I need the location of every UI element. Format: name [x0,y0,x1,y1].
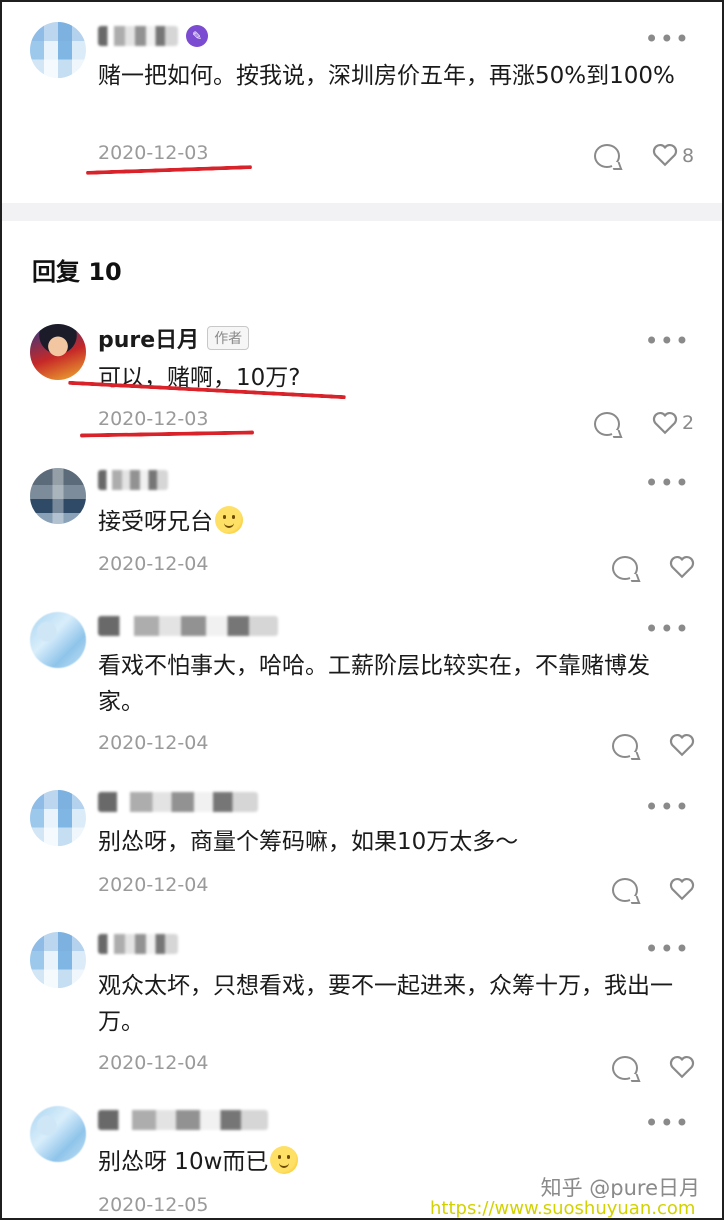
username-row: ✎ [98,22,208,50]
heart-icon[interactable] [669,1055,695,1079]
reply-date: 2020-12-04 [98,874,209,896]
comment-icon[interactable] [612,556,638,580]
comment-icon[interactable] [612,878,638,902]
reply-text: 别怂呀，商量个筹码嘛，如果10万太多～ [98,829,519,855]
reply-date: 2020-12-04 [98,732,209,754]
username-redacted[interactable] [98,26,178,46]
heart-icon[interactable] [652,143,678,167]
comment-text: 赌一把如何。按我说，深圳房价五年，再涨50%到100% [98,63,675,89]
reply-item: ••• 观众太坏，只想看戏，要不一起进来，众筹十万，我出一万。 2020-12-… [2,928,722,1098]
more-icon[interactable]: ••• [645,27,690,51]
comment-icon[interactable] [594,412,620,436]
purple-badge-icon: ✎ [186,25,208,47]
reply-text-content: 别怂呀 10w而已 [98,1149,269,1175]
author-tag: 作者 [207,326,250,350]
reply-date: 2020-12-04 [98,553,209,575]
avatar[interactable] [30,612,86,668]
comment-icon[interactable] [594,144,620,168]
heart-icon[interactable] [669,877,695,901]
reply-date: 2020-12-04 [98,1052,209,1074]
reply-text: 接受呀兄台 [98,504,692,540]
username-row [98,788,258,816]
reply-date: 2020-12-03 [98,408,209,430]
highlight-underline [85,165,253,175]
more-icon[interactable]: ••• [645,329,690,353]
section-divider [2,203,722,221]
username-row [98,612,278,640]
more-icon[interactable]: ••• [645,937,690,961]
reply-text: 看戏不怕事大，哈哈。工薪阶层比较实在，不靠赌博发家。 [98,653,650,715]
replies-heading: 回复 10 [32,258,122,286]
username-row [98,466,168,494]
username-redacted[interactable] [98,792,258,812]
reply-text-content: 接受呀兄台 [98,509,213,535]
more-icon[interactable]: ••• [645,471,690,495]
username-redacted[interactable] [98,470,168,490]
more-icon[interactable]: ••• [645,795,690,819]
watermark-url: https://www.suoshuyuan.com [430,1198,718,1218]
comment-icon[interactable] [612,1056,638,1080]
username[interactable]: pure日月 [98,322,199,354]
comment-thread: ✎ ••• 赌一把如何。按我说，深圳房价五年，再涨50%到100% 2020-1… [0,0,724,1220]
avatar[interactable] [30,468,86,524]
like-count: 8 [682,145,695,167]
heart-icon[interactable] [669,733,695,757]
reply-text: 观众太坏，只想看戏，要不一起进来，众筹十万，我出一万。 [98,973,673,1035]
more-icon[interactable]: ••• [645,1111,690,1135]
username-row [98,1106,268,1134]
reply-item: ••• 看戏不怕事大，哈哈。工薪阶层比较实在，不靠赌博发家。 2020-12-0… [2,606,722,776]
heart-icon[interactable] [669,555,695,579]
comment-icon[interactable] [612,734,638,758]
like-count: 2 [682,412,695,434]
thinking-emoji-icon [215,506,243,534]
reply-item: ••• 别怂呀，商量个筹码嘛，如果10万太多～ 2020-12-04 [2,786,722,916]
top-comment: ✎ ••• 赌一把如何。按我说，深圳房价五年，再涨50%到100% 2020-1… [2,2,722,202]
avatar[interactable] [30,324,86,380]
reply-item: ••• 接受呀兄台 2020-12-04 [2,462,722,592]
avatar[interactable] [30,790,86,846]
heart-icon[interactable] [652,411,678,435]
username-redacted[interactable] [98,934,178,954]
avatar[interactable] [30,22,86,78]
reply-date: 2020-12-05 [98,1194,209,1216]
shy-emoji-icon [270,1146,299,1174]
comment-date: 2020-12-03 [98,142,209,164]
username-row: pure日月 作者 [98,322,250,354]
username-redacted[interactable] [98,1110,268,1130]
username-redacted[interactable] [98,616,278,636]
avatar[interactable] [30,1106,86,1162]
avatar[interactable] [30,932,86,988]
more-icon[interactable]: ••• [645,617,690,641]
username-row [98,930,178,958]
